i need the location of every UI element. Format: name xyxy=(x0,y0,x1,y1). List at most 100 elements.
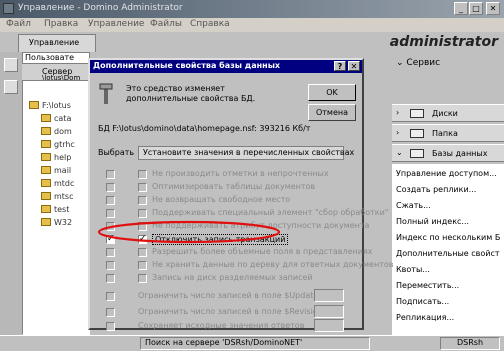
chevron-down-icon: ⌄ xyxy=(396,148,403,157)
menu-help[interactable]: Справка xyxy=(190,19,230,29)
maximize-button[interactable]: □ xyxy=(469,2,483,15)
tool-action[interactable]: Подписать... xyxy=(396,297,449,306)
tree-item[interactable]: mail xyxy=(41,166,71,175)
help-button[interactable]: ? xyxy=(334,61,346,71)
folder-icon xyxy=(41,127,51,135)
tool-action[interactable]: Квоты... xyxy=(396,265,430,274)
tool-action[interactable]: Индекс по нескольким Б xyxy=(396,233,500,242)
tree-item[interactable]: mtsc xyxy=(41,192,74,201)
tree-item[interactable]: W32 xyxy=(41,218,72,227)
folder-tree: F:\lotus cata dom gtrhc help mail mtdc m… xyxy=(22,80,90,335)
select-column-header: Выбрать xyxy=(98,148,135,157)
tree-item[interactable]: cata xyxy=(41,114,71,123)
tree-item-label: W32 xyxy=(54,218,73,227)
db-path: БД F:\lotus\domino\data\homepage.nsf: 39… xyxy=(98,124,311,133)
tool-action[interactable]: Сжать... xyxy=(396,201,431,210)
tree-root[interactable]: F:\lotus xyxy=(29,101,71,110)
tool-action[interactable]: Репликация... xyxy=(396,313,454,322)
numeric-option-field[interactable] xyxy=(314,305,344,318)
tree-item[interactable]: help xyxy=(41,153,71,162)
tree-item[interactable]: test xyxy=(41,205,69,214)
value-checkbox[interactable] xyxy=(138,274,147,283)
tab-admin-label: Управление xyxy=(29,38,80,47)
properties-header: Установите значения в перечисленных свой… xyxy=(138,146,354,160)
tree-item-label: help xyxy=(54,153,72,162)
tool-action[interactable]: Создать реплики... xyxy=(396,185,476,194)
value-checkbox[interactable] xyxy=(138,196,147,205)
database-icon[interactable] xyxy=(4,80,18,94)
menu-bar: Файл Правка Управление Файлы Справка xyxy=(0,18,504,32)
select-checkbox[interactable] xyxy=(106,222,115,231)
option-label: Оптимизировать таблицы документов xyxy=(152,182,316,191)
dialog-close-button[interactable]: ✕ xyxy=(348,61,360,71)
value-checkbox[interactable] xyxy=(138,183,147,192)
select-checkbox[interactable] xyxy=(106,183,115,192)
tools-group-databases[interactable]: ⌄ Базы данных xyxy=(392,144,504,162)
menu-edit[interactable]: Правка xyxy=(44,19,78,29)
value-checkbox[interactable] xyxy=(138,261,147,270)
tab-admin[interactable]: Управление xyxy=(18,34,96,52)
option-label: Не производить отметки в непрочтенных xyxy=(152,169,329,178)
bookmark-icon[interactable] xyxy=(4,58,18,72)
folder-icon xyxy=(41,205,51,213)
status-text: Поиск на сервере 'DSRsh/DominoNET' xyxy=(140,337,370,350)
numeric-option-label: Ограничить число записей в поле $Revisio… xyxy=(138,307,327,316)
value-checkbox[interactable]: ✓ xyxy=(138,235,147,244)
ok-button[interactable]: OK xyxy=(308,84,356,101)
tools-group-folder[interactable]: › Папка xyxy=(392,124,504,142)
tree-item-label: mtsc xyxy=(54,192,74,201)
select-checkbox[interactable] xyxy=(106,322,115,331)
menu-files[interactable]: Файлы xyxy=(150,19,182,29)
select-checkbox[interactable] xyxy=(106,209,115,218)
tree-item[interactable]: gtrhc xyxy=(41,140,75,149)
value-checkbox[interactable] xyxy=(138,222,147,231)
minimize-button[interactable]: _ xyxy=(454,2,468,15)
folder-icon xyxy=(29,101,39,109)
tools-header[interactable]: ⌄ Сервис xyxy=(396,58,440,68)
advanced-db-properties-dialog: Дополнительные свойства базы данных ? ✕ … xyxy=(88,58,393,332)
numeric-option-field[interactable] xyxy=(314,319,344,332)
folder-icon xyxy=(410,129,424,138)
status-server[interactable]: DSRsh xyxy=(440,337,500,350)
tree-item-label: gtrhc xyxy=(54,140,75,149)
value-checkbox[interactable] xyxy=(138,248,147,257)
folder-icon xyxy=(41,192,51,200)
window-titlebar: Управление - Domino Administrator _ □ ✕ xyxy=(0,0,504,18)
tree-item-label: mail xyxy=(54,166,72,175)
tree-item-label: dom xyxy=(54,127,72,136)
select-checkbox[interactable] xyxy=(106,170,115,179)
menu-admin[interactable]: Управление xyxy=(88,19,144,29)
select-checkbox[interactable] xyxy=(106,292,115,301)
tool-action[interactable]: Дополнительные свойст xyxy=(396,249,500,258)
tree-item[interactable]: mtdc xyxy=(41,179,74,188)
value-checkbox[interactable] xyxy=(138,209,147,218)
value-checkbox[interactable] xyxy=(138,170,147,179)
database-icon xyxy=(410,149,424,158)
left-icon-strip xyxy=(0,52,22,335)
dialog-info-text: Это средство изменяет дополнительные сво… xyxy=(126,84,256,103)
numeric-option-field[interactable] xyxy=(314,289,344,302)
select-checkbox[interactable]: ✓ xyxy=(106,235,115,244)
select-checkbox[interactable] xyxy=(106,196,115,205)
tools-group-disks[interactable]: › Диски xyxy=(392,104,504,122)
tool-action[interactable]: Переместить... xyxy=(396,281,459,290)
people-tab[interactable]: Пользовате xyxy=(25,53,74,62)
select-checkbox[interactable] xyxy=(106,308,115,317)
menu-file[interactable]: Файл xyxy=(6,19,31,29)
select-checkbox[interactable] xyxy=(106,274,115,283)
close-button[interactable]: ✕ xyxy=(486,2,500,15)
cancel-button[interactable]: Отмена xyxy=(308,104,356,121)
select-checkbox[interactable] xyxy=(106,261,115,270)
tree-item-label: test xyxy=(54,205,70,214)
tool-action[interactable]: Управление доступом... xyxy=(396,169,497,178)
tree-item[interactable]: dom xyxy=(41,127,72,136)
left-panel-header: Пользовате xyxy=(22,52,90,64)
brand-logo: administrator xyxy=(389,34,498,50)
group-label: Диски xyxy=(432,109,458,118)
select-checkbox[interactable] xyxy=(106,248,115,257)
folder-icon xyxy=(41,218,51,226)
chevron-right-icon: › xyxy=(396,128,400,137)
tool-action[interactable]: Полный индекс... xyxy=(396,217,469,226)
option-label: Запись на диск разделяемых записей xyxy=(152,273,313,282)
group-label: Папка xyxy=(432,129,458,138)
